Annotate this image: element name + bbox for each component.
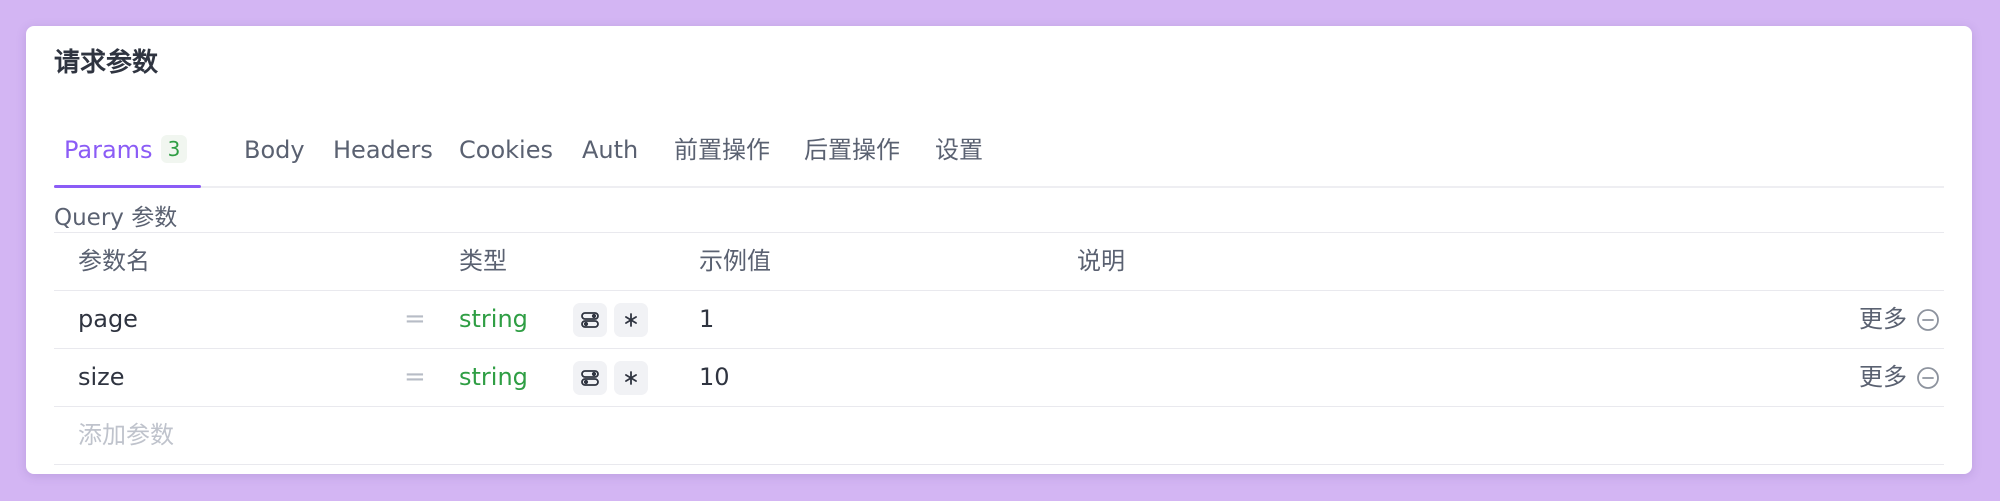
tab-pre-operations[interactable]: 前置操作	[674, 106, 770, 186]
column-type-header: 类型	[459, 247, 507, 275]
asterisk-icon[interactable]	[614, 361, 648, 395]
equals-icon: =	[404, 304, 426, 334]
table-header: 参数名 类型 示例值 说明	[54, 232, 1944, 290]
link-icon[interactable]	[573, 361, 607, 395]
tab-body[interactable]: Body	[244, 106, 305, 186]
equals-icon: =	[404, 362, 426, 392]
column-name-header: 参数名	[78, 247, 150, 275]
param-type-select[interactable]: string	[459, 349, 528, 406]
param-name-field[interactable]: size	[78, 349, 125, 406]
request-params-panel: 请求参数 Params 3 Body Headers Cookies Auth 前…	[26, 26, 1972, 474]
tab-cookies[interactable]: Cookies	[459, 106, 553, 186]
query-params-label: Query 参数	[54, 205, 178, 231]
tab-bar: Params 3 Body Headers Cookies Auth 前置操作 后…	[53, 106, 1944, 188]
minus-circle-icon[interactable]	[1916, 308, 1940, 336]
param-name-field[interactable]: page	[78, 291, 138, 348]
tab-headers[interactable]: Headers	[333, 106, 433, 186]
tab-post-operations[interactable]: 后置操作	[804, 106, 900, 186]
table-row: page = string 1 更多	[54, 290, 1944, 348]
more-button[interactable]: 更多	[1859, 349, 1907, 406]
tab-params-label: Params	[64, 136, 153, 164]
example-value-field[interactable]: 10	[699, 349, 730, 406]
example-value-field[interactable]: 1	[699, 291, 714, 348]
table-row: size = string 10 更多	[54, 348, 1944, 406]
tab-auth[interactable]: Auth	[582, 106, 638, 186]
params-table: 参数名 类型 示例值 说明 page = string 1 更多 size = …	[54, 232, 1944, 465]
tab-settings[interactable]: 设置	[935, 106, 983, 186]
add-param-input[interactable]: 添加参数	[78, 407, 174, 464]
column-description-header: 说明	[1077, 247, 1125, 275]
param-type-select[interactable]: string	[459, 291, 528, 348]
add-param-row: 添加参数	[54, 406, 1944, 465]
params-count-badge: 3	[160, 135, 188, 163]
tab-params[interactable]: Params 3	[53, 106, 202, 188]
more-button[interactable]: 更多	[1859, 291, 1907, 348]
minus-circle-icon[interactable]	[1916, 366, 1940, 394]
link-icon[interactable]	[573, 303, 607, 337]
column-example-header: 示例值	[699, 247, 771, 275]
panel-title: 请求参数	[54, 48, 159, 78]
asterisk-icon[interactable]	[614, 303, 648, 337]
